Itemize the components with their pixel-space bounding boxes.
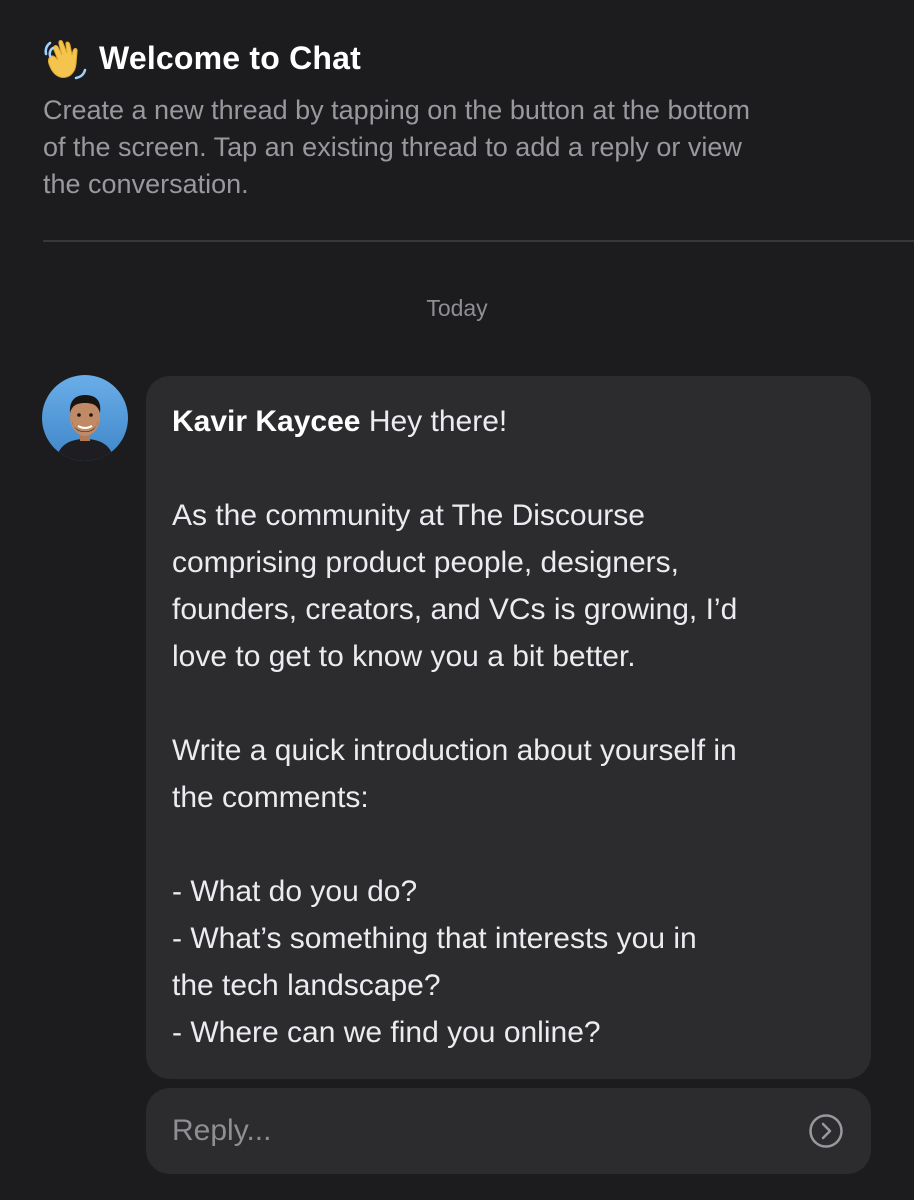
message-text-line: the comments: — [172, 781, 369, 814]
send-button[interactable] — [807, 1112, 845, 1150]
message-text-line — [172, 680, 845, 727]
description-line: Create a new thread by tapping on the bu… — [43, 95, 750, 125]
message-bubble[interactable]: Kavir Kaycee Hey there! As the community… — [146, 376, 871, 1079]
message-text-line: love to get to know you a bit better. — [172, 640, 636, 673]
welcome-description: Create a new thread by tapping on the bu… — [43, 92, 873, 203]
message-author: Kavir Kaycee — [172, 405, 361, 438]
message-text-line — [172, 445, 845, 492]
message-text-line: Hey there! — [368, 405, 508, 438]
message-text-line — [172, 821, 845, 868]
title-row: Welcome to Chat — [43, 34, 883, 82]
message-text-line: - What’s something that interests you in — [172, 922, 697, 955]
message-first-line: Kavir Kaycee Hey there! — [172, 398, 845, 445]
chat-header: Welcome to Chat Create a new thread by t… — [43, 34, 883, 203]
message-text-line: Write a quick introduction about yoursel… — [172, 734, 737, 767]
date-separator: Today — [426, 295, 488, 321]
chevron-right-circle-icon — [809, 1114, 843, 1148]
description-line: the conversation. — [43, 169, 249, 199]
user-avatar[interactable] — [42, 375, 128, 461]
reply-composer[interactable] — [146, 1088, 871, 1174]
divider — [43, 240, 914, 242]
message-text-line: - Where can we find you online? — [172, 1016, 601, 1049]
reply-input[interactable] — [172, 1114, 807, 1148]
message-text-line: - What do you do? — [172, 875, 418, 908]
message-text-line: founders, creators, and VCs is growing, … — [172, 593, 738, 626]
description-line: of the screen. Tap an existing thread to… — [43, 132, 742, 162]
message-text-line: the tech landscape? — [172, 969, 441, 1002]
message-text-line: comprising product people, designers, — [172, 546, 679, 579]
message-text-line: As the community at The Discourse — [172, 499, 645, 532]
waving-hand-icon — [43, 34, 91, 82]
page-title: Welcome to Chat — [99, 39, 361, 76]
